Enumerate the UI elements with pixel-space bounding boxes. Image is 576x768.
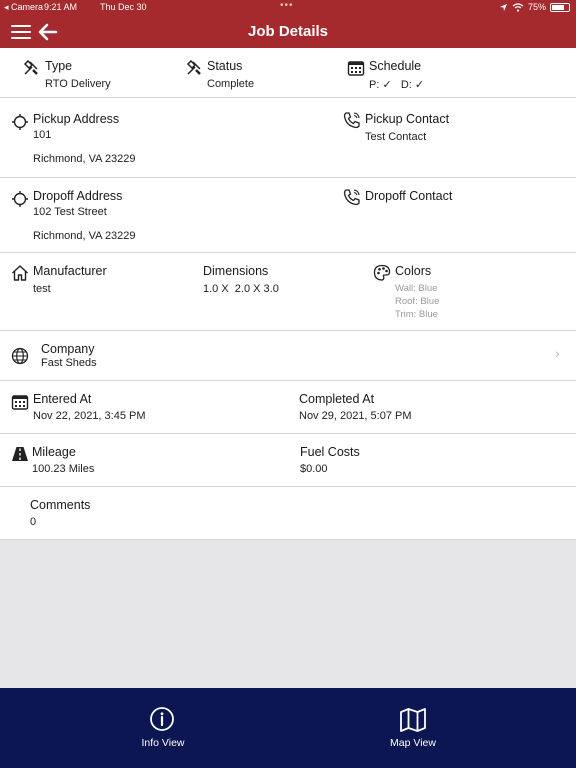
entered-at-value: Nov 22, 2021, 3:45 PM: [33, 410, 146, 422]
dropoff-contact-label: Dropoff Contact: [365, 189, 453, 203]
color-roof: Roof: Blue: [395, 296, 440, 307]
pickup-address-line1: 101: [33, 129, 52, 141]
schedule-value: P: ✓ D: ✓: [369, 79, 425, 91]
type-value: RTO Delivery: [45, 78, 111, 90]
home-icon: [12, 265, 28, 281]
tab-info-view-label: Info View: [141, 737, 185, 749]
globe-icon: [11, 347, 29, 365]
dropoff-address-label: Dropoff Address: [33, 189, 123, 203]
manufacturer-label: Manufacturer: [33, 264, 107, 278]
tab-map-view-label: Map View: [390, 737, 436, 749]
completed-at-value: Nov 29, 2021, 5:07 PM: [299, 410, 412, 422]
info-circle-icon: [150, 707, 174, 731]
wifi-icon: [512, 2, 524, 12]
colors-label: Colors: [395, 264, 432, 278]
back-to-camera-link[interactable]: ◂ Camera: [4, 2, 43, 13]
calendar-icon: [347, 61, 365, 76]
tab-map-view[interactable]: Map View: [269, 688, 557, 768]
status-label: Status: [207, 59, 243, 73]
type-label: Type: [45, 59, 73, 73]
completed-at-label: Completed At: [299, 392, 375, 406]
comments-value: 0: [30, 516, 37, 528]
mileage-value: 100.23 Miles: [32, 463, 95, 475]
chevron-right-icon: ›: [555, 345, 560, 361]
tools-icon: [186, 59, 201, 75]
dimensions-value: 1.0 X 2.0 X 3.0: [203, 283, 279, 295]
row-manufacturer: Manufacturer test Dimensions 1.0 X 2.0 X…: [0, 253, 576, 331]
pickup-address-label: Pickup Address: [33, 112, 120, 126]
pickup-address-line2: Richmond, VA 23229: [33, 153, 136, 165]
row-pickup: Pickup Address 101 Richmond, VA 23229 Pi…: [0, 98, 576, 178]
entered-at-label: Entered At: [33, 392, 92, 406]
road-icon: [12, 447, 28, 461]
status-right: 75%: [499, 2, 570, 12]
multitask-dots[interactable]: •••: [280, 0, 294, 11]
crosshair-icon: [12, 114, 28, 130]
phone-icon[interactable]: [343, 188, 361, 206]
row-type-status-schedule: Type RTO Delivery Status Complete Schedu…: [0, 48, 576, 98]
company-value: Fast Sheds: [41, 357, 97, 369]
status-value: Complete: [207, 78, 255, 90]
status-date: Thu Dec 30: [100, 2, 147, 12]
crosshair-icon: [12, 191, 28, 207]
job-details-panel: Type RTO Delivery Status Complete Schedu…: [0, 48, 576, 540]
location-arrow-icon: [499, 3, 508, 11]
row-mileage: Mileage 100.23 Miles Fuel Costs $0.00: [0, 434, 576, 487]
color-trim: Trim: Blue: [395, 309, 438, 320]
battery-fill: [552, 4, 564, 10]
fuel-costs-value: $0.00: [300, 463, 328, 475]
company-row[interactable]: Company Fast Sheds ›: [0, 331, 576, 381]
calendar-icon: [11, 395, 29, 410]
comments-label: Comments: [30, 498, 91, 512]
fuel-costs-label: Fuel Costs: [300, 445, 360, 459]
tab-info-view[interactable]: Info View: [19, 688, 307, 768]
row-dropoff: Dropoff Address 102 Test Street Richmond…: [0, 178, 576, 253]
header-bar: ◂ Camera 9:21 AM Thu Dec 30 ••• 75% Job …: [0, 0, 576, 48]
battery-icon: [550, 2, 570, 12]
color-wall: Wall: Blue: [395, 283, 438, 294]
bottom-tab-bar: Info View Map View: [0, 688, 576, 768]
battery-percent: 75%: [527, 2, 546, 12]
map-icon: [400, 708, 426, 732]
mileage-label: Mileage: [32, 445, 76, 459]
dimensions-label: Dimensions: [203, 264, 269, 278]
palette-icon: [373, 264, 391, 281]
manufacturer-value: test: [33, 283, 51, 295]
dropoff-address-line1: 102 Test Street: [33, 206, 107, 218]
status-time: 9:21 AM: [44, 2, 78, 12]
page-title: Job Details: [247, 23, 329, 40]
dropoff-address-line2: Richmond, VA 23229: [33, 230, 136, 242]
pickup-contact-value[interactable]: Test Contact: [365, 131, 426, 143]
company-label: Company: [41, 342, 95, 356]
row-comments: Comments 0: [0, 487, 576, 540]
tools-icon: [23, 59, 38, 75]
status-bar: ◂ Camera 9:21 AM Thu Dec 30 ••• 75%: [0, 0, 576, 15]
phone-icon[interactable]: [343, 111, 361, 129]
row-dates: Entered At Nov 22, 2021, 3:45 PM Complet…: [0, 381, 576, 434]
pickup-contact-label: Pickup Contact: [365, 112, 450, 126]
schedule-label: Schedule: [369, 59, 422, 73]
